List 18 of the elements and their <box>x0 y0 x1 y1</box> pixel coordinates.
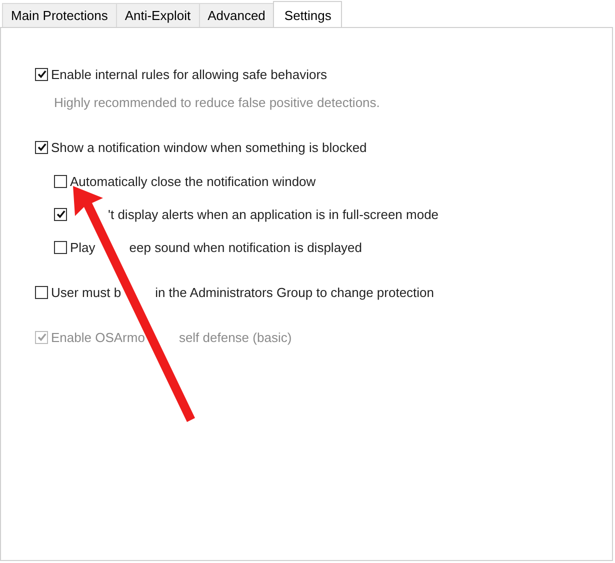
checkbox[interactable] <box>54 208 67 220</box>
tab[interactable]: Advanced <box>198 3 274 27</box>
tab[interactable]: Settings <box>273 1 342 28</box>
option-label: Automatically close the notification window <box>70 174 316 188</box>
option-label: Enable OSArmo self defense (basic) <box>51 330 292 344</box>
checkbox[interactable] <box>35 286 48 298</box>
option-label: Enable internal rules for allowing safe behaviors <box>51 66 328 82</box>
checkbox[interactable] <box>35 140 48 154</box>
hint-text: Highly recommended to reduce false positive detections. <box>54 95 381 110</box>
option-label: 't display alerts when an application is in full-screen mode <box>107 206 439 222</box>
option-label: Show a notification window when something is blocked <box>51 140 367 154</box>
checkbox[interactable] <box>54 240 67 254</box>
checkbox[interactable] <box>54 174 67 188</box>
checkbox[interactable] <box>35 68 48 80</box>
option-label: User must b in the Administrators Group to change protection <box>51 284 434 300</box>
tab[interactable]: Anti-Exploit <box>116 3 200 27</box>
tab[interactable]: Main Protections <box>2 3 117 27</box>
option-label: Play eep sound when notification is displayed <box>70 240 362 254</box>
